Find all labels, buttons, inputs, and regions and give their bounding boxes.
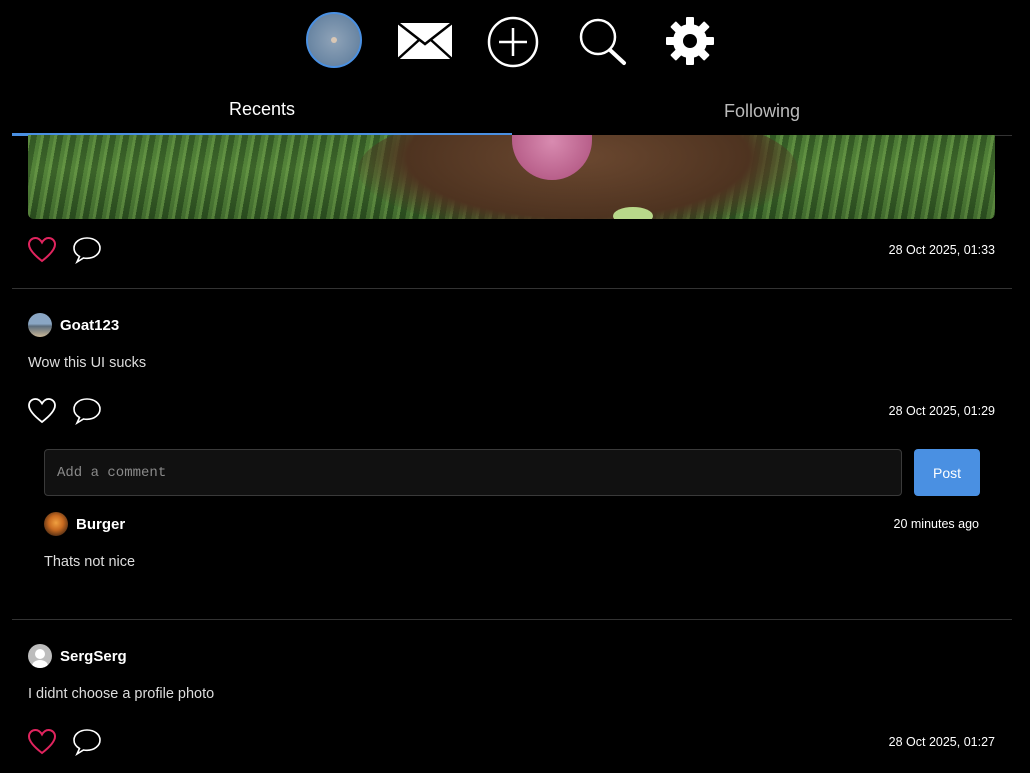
comment-bubble-icon[interactable] [72,728,102,761]
like-heart-icon[interactable] [27,236,57,268]
mail-icon[interactable] [396,20,454,62]
avatar-image [331,37,337,43]
avatar[interactable] [28,313,52,337]
tab-following[interactable]: Following [512,84,1012,134]
post-text: I didnt choose a profile photo [28,686,215,702]
post-comment-button[interactable]: Post [914,449,980,496]
tennis-ball [613,207,653,219]
comment-text: Thats not nice [44,554,136,570]
like-heart-icon[interactable] [28,398,56,429]
top-nav [0,0,1030,84]
avatar[interactable] [28,644,52,668]
plus-circle-icon[interactable] [486,15,540,69]
tab-recents[interactable]: Recents [12,84,512,134]
post-divider [12,619,1012,620]
feed-tabs: Recents Following [12,84,1012,136]
comment-author[interactable]: Burger [76,516,125,533]
comment-input[interactable] [44,449,902,496]
post-text: Wow this UI sucks [28,355,147,371]
default-user-icon [32,649,48,668]
gear-icon[interactable] [664,15,716,67]
like-heart-icon[interactable] [27,728,57,760]
search-icon[interactable] [576,16,628,68]
post-timestamp: 28 Oct 2025, 01:27 [888,735,995,749]
post-divider [12,288,1012,289]
comment-bubble-icon[interactable] [72,397,102,430]
comment-timestamp: 20 minutes ago [893,517,979,531]
post-author[interactable]: SergSerg [60,648,127,665]
profile-avatar-button[interactable] [306,12,362,68]
post-author[interactable]: Goat123 [60,317,119,334]
avatar[interactable] [44,512,68,536]
comment-bubble-icon[interactable] [72,236,102,269]
post-timestamp: 28 Oct 2025, 01:29 [888,404,995,418]
post-timestamp: 28 Oct 2025, 01:33 [888,243,995,257]
post-image[interactable] [28,135,995,219]
